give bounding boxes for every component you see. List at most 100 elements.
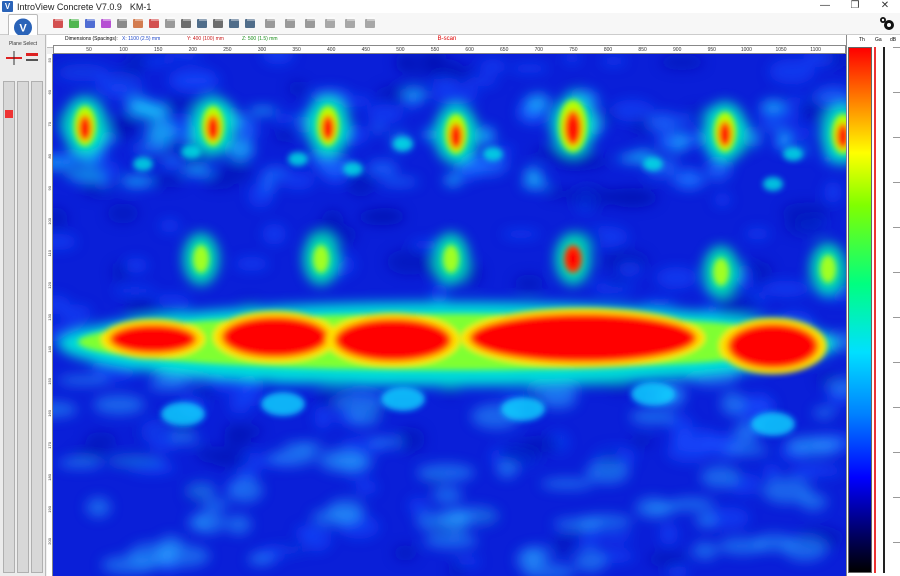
maximize-button[interactable]: ❐ <box>840 0 870 13</box>
x-axis-ruler: 50 100 150 200 250 300 350 400 450 500 550 600 650 70… <box>53 45 846 54</box>
reflection-blob <box>95 71 143 98</box>
db-scale-tick <box>893 317 900 318</box>
sphere-icon[interactable] <box>114 15 130 31</box>
reflection-blob <box>416 463 475 482</box>
expand-icon[interactable] <box>210 15 226 31</box>
window-title: IntroView Concrete V7.0.9 KM-1 <box>17 2 151 12</box>
gain-label: Ga <box>875 37 882 43</box>
points-icon[interactable] <box>130 15 146 31</box>
brush-icon[interactable] <box>146 15 162 31</box>
reflection-blob <box>193 245 209 273</box>
reflection-blob <box>510 63 549 74</box>
threshold-slider[interactable] <box>874 47 876 573</box>
x-tick-label: 350 <box>292 47 301 53</box>
reflection-blob <box>170 432 200 444</box>
cube-color-icon[interactable] <box>98 15 114 31</box>
reflection-blob <box>314 405 332 430</box>
cube-green-icon[interactable] <box>66 15 82 31</box>
scatter-icon[interactable] <box>302 15 318 31</box>
db-scale <box>893 47 900 573</box>
layer-icon[interactable] <box>282 15 298 31</box>
move-icon[interactable] <box>194 15 210 31</box>
bscan-heatmap <box>53 54 846 576</box>
reflection-blob <box>93 394 145 415</box>
reflection-blob <box>317 448 367 473</box>
reflection-blob <box>262 223 287 245</box>
reflection-blob <box>86 497 111 518</box>
reflection-blob <box>107 203 139 224</box>
y-tick-label: 120 <box>47 282 52 289</box>
slider-strip-1[interactable] <box>3 81 15 573</box>
reflection-blob <box>783 147 803 161</box>
reflection-blob <box>234 256 269 271</box>
reflection-blob <box>430 85 479 105</box>
x-tick-label: 1000 <box>740 47 752 53</box>
reflection-blob <box>578 528 602 550</box>
close-button[interactable]: ✕ <box>870 0 900 13</box>
reflection-blob <box>248 106 278 115</box>
svg-text:V: V <box>19 23 27 35</box>
reflection-blob <box>403 96 421 108</box>
select-icon[interactable] <box>262 15 278 31</box>
y-tick-label: 180 <box>47 474 52 481</box>
colorbar-header: Th Ga dB <box>847 37 900 47</box>
y-tick-label: 60 <box>47 90 52 95</box>
reflection-blob <box>675 428 693 448</box>
reflection-blob <box>786 441 839 458</box>
reflection-blob <box>101 555 157 575</box>
reflection-blob <box>585 460 630 484</box>
reflection-blob <box>393 545 417 561</box>
reflection-blob <box>824 181 843 204</box>
reflection-blob <box>724 444 769 456</box>
db-scale-tick <box>893 272 900 273</box>
reflection-blob <box>617 261 642 276</box>
reflection-blob <box>161 402 205 426</box>
slider-strip-2[interactable] <box>17 81 29 573</box>
reflection-blob <box>657 134 679 151</box>
reflection-blob <box>408 497 429 515</box>
reflection-blob <box>202 498 231 510</box>
reflection-blob <box>553 534 573 554</box>
settings-gear-icon[interactable] <box>878 15 896 33</box>
reflection-blob <box>553 517 605 531</box>
slider-strip-3[interactable] <box>31 81 43 573</box>
grid-icon[interactable] <box>162 15 178 31</box>
x-tick-label: 400 <box>327 47 336 53</box>
db-scale-tick <box>893 137 900 138</box>
x-tick-label: 200 <box>188 47 197 53</box>
bscan-view[interactable] <box>53 54 846 576</box>
y-tick-label: 200 <box>47 538 52 545</box>
reflection-blob <box>366 160 399 177</box>
axes-icon[interactable] <box>242 15 258 31</box>
reflection-blob <box>763 177 783 191</box>
export-icon[interactable] <box>362 15 378 31</box>
color-scale[interactable] <box>848 47 872 573</box>
measure-icon[interactable] <box>322 15 338 31</box>
reflection-blob <box>514 274 544 293</box>
reflection-blob <box>130 101 165 118</box>
reflection-blob <box>119 113 136 135</box>
reflection-blob <box>667 497 715 512</box>
x-tick-label: 650 <box>500 47 509 53</box>
plane-select-icon[interactable] <box>4 49 42 67</box>
reflection-blob <box>522 435 562 454</box>
reflection-blob <box>324 120 332 138</box>
y-tick-label: 50 <box>47 58 52 63</box>
reflection-blob <box>501 397 545 421</box>
reflection-blob <box>617 154 647 163</box>
cube-red-icon[interactable] <box>50 15 66 31</box>
minimize-button[interactable]: — <box>810 0 840 13</box>
gain-slider[interactable] <box>883 47 885 573</box>
cube-blue-icon[interactable] <box>82 15 98 31</box>
reflection-blob <box>670 171 707 189</box>
y-tick-label: 160 <box>47 410 52 417</box>
x-tick-label: 500 <box>396 47 405 53</box>
tool-icon[interactable] <box>342 15 358 31</box>
reflection-blob <box>190 387 216 398</box>
reflection-blob <box>238 380 263 407</box>
fullscreen-icon[interactable] <box>178 15 194 31</box>
reflection-blob <box>648 550 687 568</box>
reflection-blob <box>111 263 129 282</box>
compass-icon[interactable] <box>226 15 242 31</box>
reflection-blob <box>182 165 214 176</box>
